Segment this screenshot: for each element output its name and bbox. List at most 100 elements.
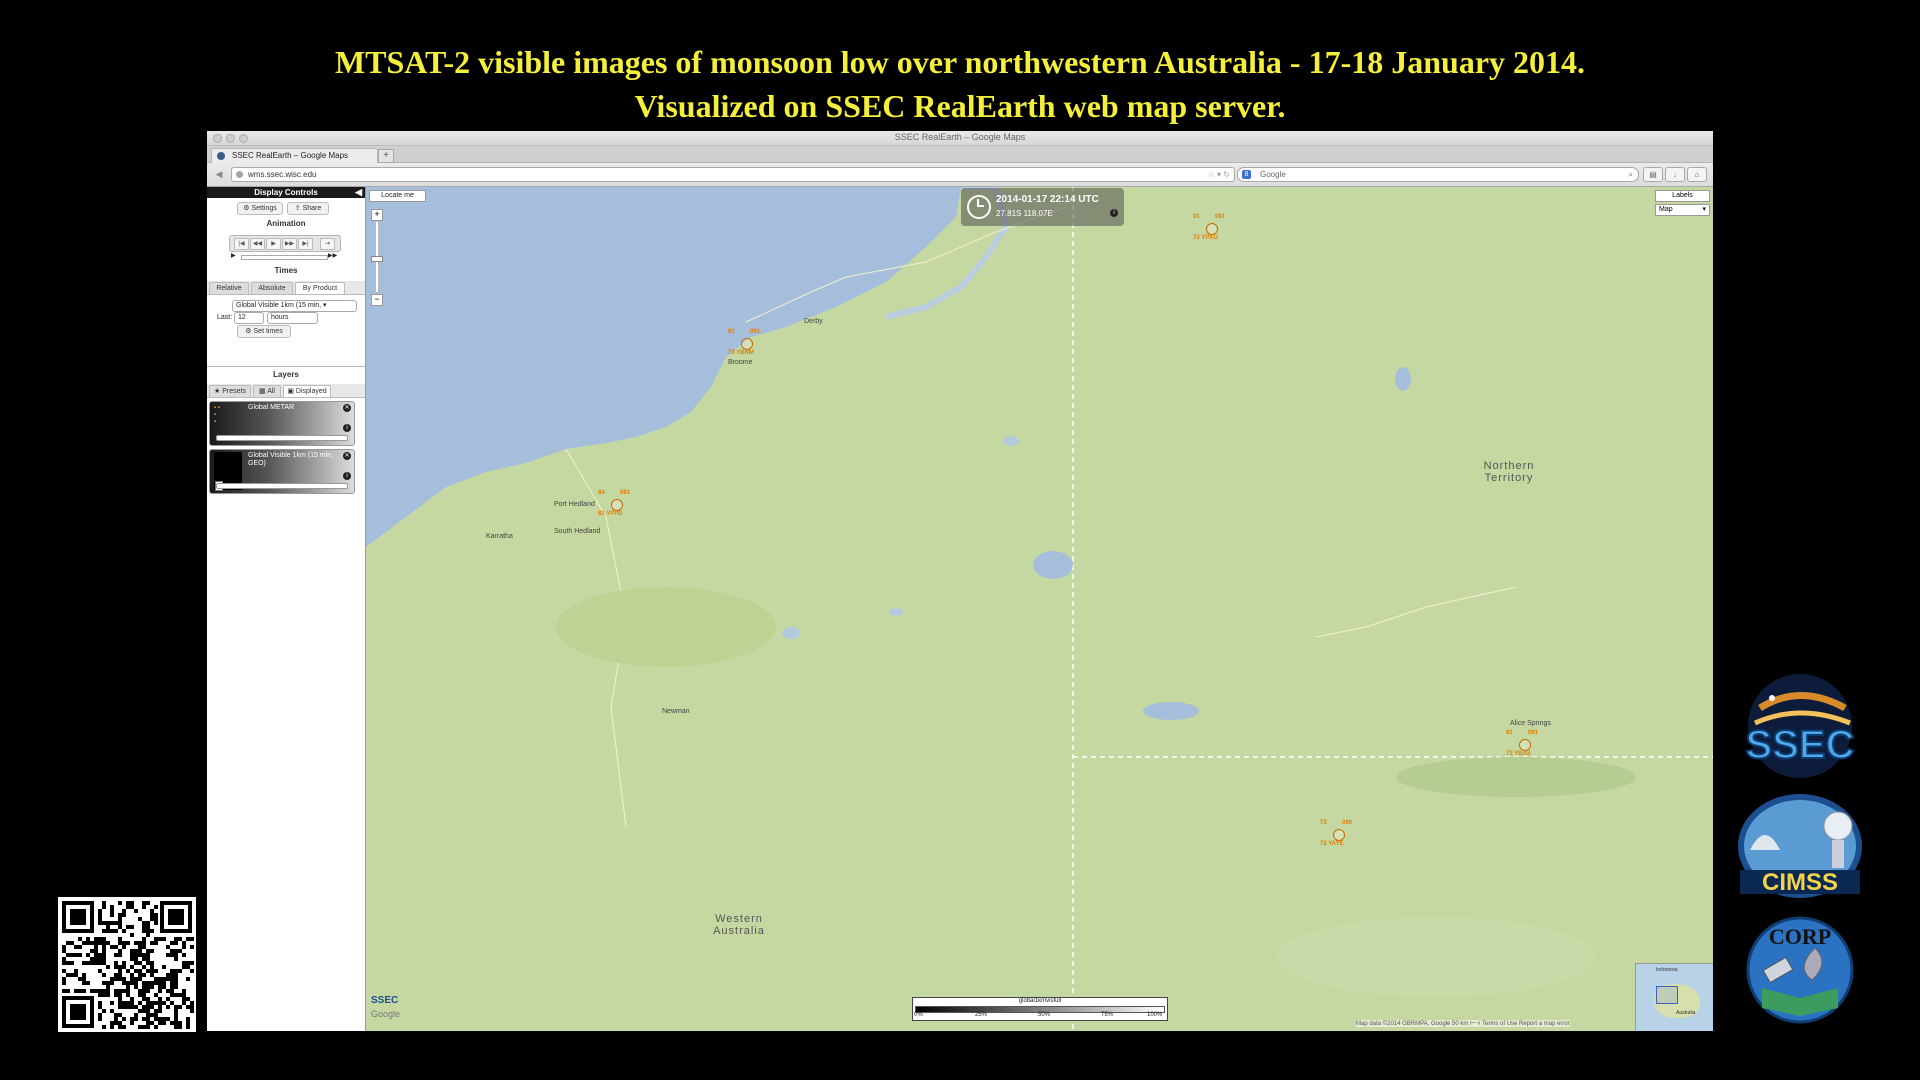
metar-station[interactable]: 91 091 73 YPKU	[1193, 214, 1233, 246]
qr-module	[102, 973, 106, 977]
zoom-out-button[interactable]: −	[371, 294, 383, 306]
reload-icon[interactable]: ☆ ▾ ↻	[1208, 168, 1230, 181]
qr-module	[158, 981, 162, 985]
home-icon[interactable]: ⌂	[1687, 167, 1707, 182]
settings-button[interactable]: ⚙ Settings	[237, 202, 283, 215]
labels-toggle[interactable]: Labels	[1655, 190, 1710, 202]
qr-module	[62, 989, 66, 993]
close-icon[interactable]: ✕	[343, 404, 351, 412]
qr-module	[142, 993, 146, 997]
metar-station[interactable]: 91 091 73 YBRM	[728, 329, 768, 361]
magnifier-icon[interactable]: ⌕	[1629, 168, 1633, 181]
qr-module	[150, 1001, 154, 1005]
zoom-in-button[interactable]: +	[371, 209, 383, 221]
new-tab-button[interactable]: +	[378, 149, 394, 163]
browser-tab-label: SSEC RealEarth – Google Maps	[232, 151, 349, 160]
back-arrow-icon[interactable]: ◀	[213, 168, 225, 180]
download-icon[interactable]: ↓	[1665, 167, 1685, 182]
opacity-slider[interactable]	[216, 483, 348, 489]
cursor-coordinates: 27.81S 118.07E	[996, 209, 1053, 218]
metar-station[interactable]: 91 091 72 YBAS	[1506, 730, 1546, 762]
step-forward-icon[interactable]: ▶▶	[282, 238, 297, 250]
qr-module	[134, 1013, 138, 1017]
place-alice-springs: Alice Springs	[1510, 720, 1551, 727]
qr-module	[170, 989, 174, 993]
qr-module	[66, 961, 70, 965]
qr-module	[90, 961, 94, 965]
qr-module	[114, 993, 118, 997]
fast-icon: ▶▶	[328, 253, 338, 259]
metar-station[interactable]: 84 091 81 YPPD	[598, 490, 638, 522]
qr-module	[146, 1001, 150, 1005]
loop-icon[interactable]: ⇥	[320, 238, 335, 250]
set-times-button[interactable]: ⚙ Set times	[237, 325, 291, 338]
reader-icon[interactable]: ▤	[1643, 167, 1663, 182]
qr-code[interactable]	[58, 897, 196, 1032]
info-icon[interactable]: i	[343, 424, 351, 432]
play-icon[interactable]: ▶	[266, 238, 281, 250]
qr-module	[110, 1021, 114, 1025]
address-bar[interactable]: wms.ssec.wisc.edu ☆ ▾ ↻	[231, 167, 1235, 182]
ssec-logo-graphic: SSEC	[1745, 674, 1855, 778]
browser-tab[interactable]: SSEC RealEarth – Google Maps	[211, 148, 378, 163]
tab-relative[interactable]: Relative	[209, 282, 249, 294]
qr-module	[158, 989, 162, 993]
qr-module	[162, 1001, 166, 1005]
last-value-input[interactable]: 12	[234, 312, 264, 324]
ssec-watermark: SSEC	[371, 995, 399, 1006]
animation-speed-slider[interactable]: ▶ ▶▶	[231, 253, 338, 260]
qr-module	[154, 917, 158, 921]
qr-module	[122, 977, 126, 981]
zoom-thumb[interactable]	[371, 256, 383, 262]
qr-module	[154, 1025, 158, 1029]
qr-module	[130, 957, 134, 961]
share-button[interactable]: ⇪ Share	[287, 202, 329, 215]
close-icon[interactable]: ✕	[343, 452, 351, 460]
step-back-icon[interactable]: ◀◀	[250, 238, 265, 250]
info-icon[interactable]: i	[1110, 209, 1118, 217]
qr-module	[154, 1009, 158, 1013]
tab-presets[interactable]: ★ Presets	[209, 385, 251, 397]
overview-minimap[interactable]: Indonesia Australia	[1635, 963, 1713, 1031]
map-attribution[interactable]: Map data ©2014 GBRMPA, Google 50 km ⊢⊣ T…	[1356, 1020, 1570, 1027]
map-viewport[interactable]: Locate me + − 2014-01-17 22:14 UTC 27.81…	[366, 187, 1713, 1031]
tab-absolute[interactable]: Absolute	[251, 282, 293, 294]
last-frame-icon[interactable]: ▶|	[298, 238, 313, 250]
tab-all[interactable]: ▦ All	[253, 385, 281, 397]
time-unit-select[interactable]: hours	[267, 312, 318, 324]
map-type-select[interactable]: Map ▾	[1655, 204, 1710, 216]
tab-displayed-label: Displayed	[295, 388, 327, 395]
qr-module	[150, 981, 154, 985]
qr-module	[146, 1009, 150, 1013]
product-select[interactable]: Global Visible 1km (15 min, ▾	[232, 300, 357, 312]
qr-module	[122, 1005, 126, 1009]
qr-module	[114, 961, 118, 965]
qr-module	[146, 925, 150, 929]
layer-card-metar[interactable]: ▪ ▪ ▪ ▪ Global METAR ✕ i	[209, 401, 355, 446]
qr-module	[170, 953, 174, 957]
land-shade	[1396, 757, 1636, 797]
share-button-label: Share	[302, 205, 322, 212]
qr-module	[106, 985, 110, 989]
layer-tabs: ★ Presets ▦ All ▣ Displayed	[207, 384, 365, 398]
locate-me-button[interactable]: Locate me	[369, 190, 426, 202]
qr-module	[78, 953, 82, 957]
qr-module	[114, 965, 118, 969]
opacity-slider[interactable]	[216, 435, 348, 441]
first-frame-icon[interactable]: |◀	[234, 238, 249, 250]
qr-module	[110, 977, 114, 981]
layer-card-visible[interactable]: Global Visible 1km (15 min, GEO) ✕ i	[209, 449, 355, 494]
tab-displayed[interactable]: ▣ Displayed	[283, 385, 331, 397]
minimap-viewport-box[interactable]	[1656, 986, 1678, 1004]
qr-module	[62, 949, 66, 953]
qr-module	[98, 909, 102, 913]
info-icon[interactable]: i	[343, 472, 351, 480]
zoom-control[interactable]: + −	[371, 209, 383, 306]
qr-module	[98, 989, 102, 993]
tab-by-product[interactable]: By Product	[295, 282, 345, 294]
search-input[interactable]: 8 Google ⌕	[1237, 167, 1639, 182]
qr-module	[170, 1001, 174, 1005]
collapse-icon[interactable]: ◀	[355, 187, 362, 198]
metar-station[interactable]: 73 090 72 YAYE	[1320, 820, 1360, 852]
qr-module	[190, 969, 194, 973]
